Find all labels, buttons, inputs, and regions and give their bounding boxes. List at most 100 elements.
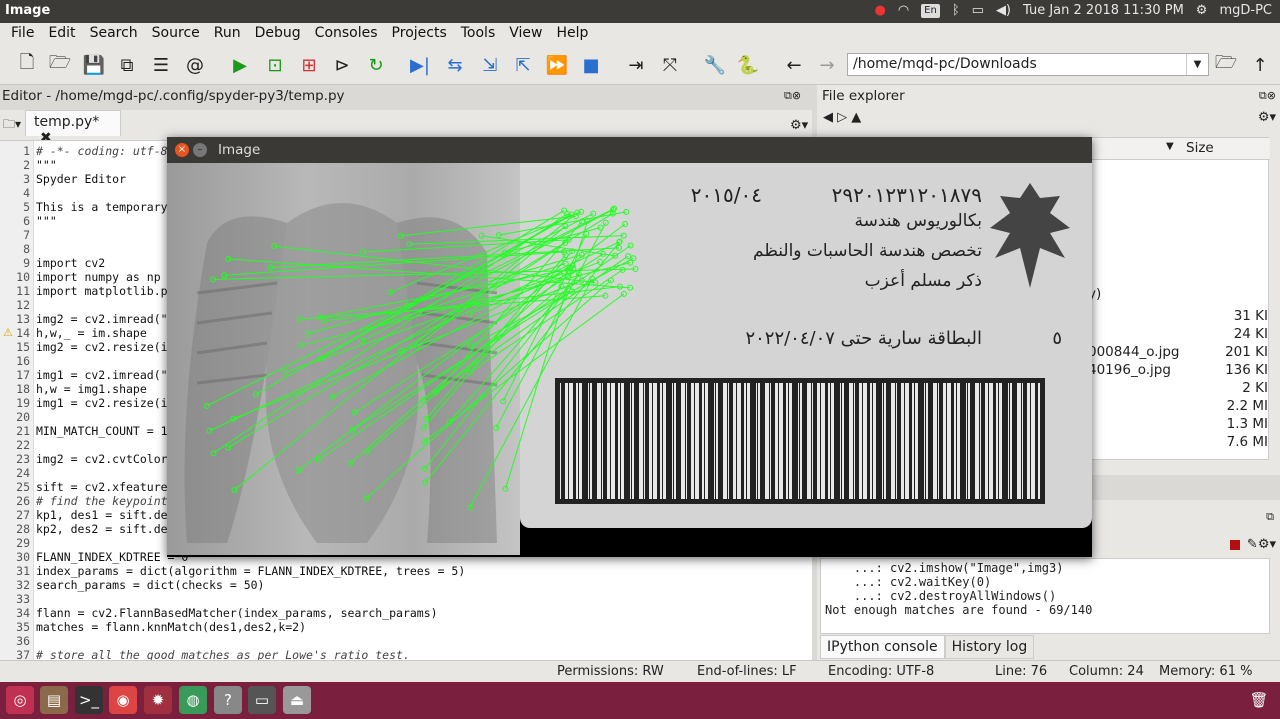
code-line: flann = cv2.FlannBasedMatcher(index_para… <box>36 606 438 620</box>
file-size: 136 KI <box>1225 362 1268 378</box>
keypoint-marker <box>315 456 322 463</box>
menu-tools[interactable]: Tools <box>454 23 503 45</box>
code-line: search_params = dict(checks = 50) <box>36 578 265 592</box>
code-line: import matplotlib.p <box>36 284 168 298</box>
keypoint-marker <box>231 486 238 493</box>
chrome-icon[interactable]: ◉ <box>109 686 137 714</box>
code-line: import numpy as np <box>36 270 161 284</box>
run-cell-icon[interactable]: ⊡ <box>263 53 287 77</box>
undock-icon[interactable]: ⧉⊗ <box>784 89 801 103</box>
working-directory-input[interactable]: /home/mqd-pc/Downloads ▼ <box>847 53 1209 76</box>
menu-file[interactable]: File <box>4 23 41 45</box>
stop-icon[interactable]: ■ <box>579 53 603 77</box>
line-number: 30 <box>16 550 30 564</box>
ipython-console-output[interactable]: ...: cv2.imshow("Image",img3) ...: cv2.w… <box>820 558 1270 634</box>
terminal-icon[interactable]: >_ <box>75 686 103 714</box>
undock-icon[interactable]: ⧉ <box>1266 510 1274 524</box>
gear-icon[interactable]: ⚙ <box>1196 3 1208 18</box>
tab-ipython-console[interactable]: IPython console <box>820 635 945 659</box>
trash-icon[interactable]: 🗑 <box>1245 686 1273 714</box>
spyder-icon[interactable]: ✹ <box>144 686 172 714</box>
menu-debug[interactable]: Debug <box>248 23 308 45</box>
tab-temp-py[interactable]: temp.py* ✖ <box>25 110 121 146</box>
code-line: h,w,_ = im.shape <box>36 326 147 340</box>
keyboard-layout[interactable]: En <box>921 3 940 18</box>
tab-history-log[interactable]: History log <box>944 635 1035 659</box>
undock-icon[interactable]: ⧉⊗ <box>1259 89 1276 103</box>
app-icon[interactable]: ◍ <box>179 686 207 714</box>
parent-dir-arrow-icon[interactable]: ↑ <box>1248 53 1272 77</box>
continue-icon[interactable]: ⏩ <box>545 53 569 77</box>
help-icon[interactable]: ? <box>214 686 242 714</box>
debug-icon[interactable]: ▶| <box>408 53 432 77</box>
options-gear-icon[interactable]: ⚙▾ <box>1258 110 1276 125</box>
column-header-size[interactable]: Size <box>1186 140 1214 156</box>
browse-folder-icon[interactable]: 🗁 <box>1214 52 1238 77</box>
stop-kernel-icon[interactable] <box>1230 540 1240 550</box>
wrench-icon[interactable]: 🔧 <box>703 53 727 77</box>
line-number: 13 <box>16 312 30 326</box>
bluetooth-icon[interactable]: ᛒ <box>952 3 960 18</box>
rerun-icon[interactable]: ↻ <box>364 53 388 77</box>
line-number: 18 <box>16 382 30 396</box>
open-folder-icon[interactable]: 🗁 <box>48 52 72 77</box>
options-gear-icon[interactable]: ⚙▾ <box>790 118 808 133</box>
clock[interactable]: Tue Jan 2 2018 11:30 PM <box>1023 3 1184 18</box>
files-icon[interactable]: ▤ <box>40 686 68 714</box>
image-window-titlebar[interactable]: × – Image <box>167 137 1092 163</box>
line-number: 24 <box>16 466 30 480</box>
step-icon[interactable]: ⇆ <box>443 53 467 77</box>
user-name[interactable]: mgD-PC <box>1219 3 1272 18</box>
step-return-icon[interactable]: ⇱ <box>511 53 535 77</box>
back-nav-icon[interactable]: ◀ ▷ ▲ <box>823 110 861 125</box>
back-arrow-icon[interactable]: ← <box>782 53 806 77</box>
menu-consoles[interactable]: Consoles <box>308 23 385 45</box>
ubuntu-logo-icon[interactable]: ◎ <box>6 686 34 714</box>
fullscreen-icon[interactable]: ⤧ <box>658 53 682 77</box>
list-icon[interactable]: ☰ <box>149 53 173 77</box>
wifi-icon[interactable]: ◠ <box>898 3 909 18</box>
sort-arrow-icon[interactable]: ▼ <box>1166 141 1174 152</box>
run-icon[interactable]: ▶ <box>228 53 252 77</box>
code-line: This is a temporary <box>36 200 168 214</box>
forward-arrow-icon[interactable]: → <box>815 53 839 77</box>
options-gear-icon[interactable]: ✎⚙▾ <box>1247 537 1276 552</box>
browse-tabs-icon[interactable]: 🗀▾ <box>3 115 21 136</box>
menu-search[interactable]: Search <box>83 23 145 45</box>
close-window-icon[interactable]: × <box>175 143 189 157</box>
save-all-icon[interactable]: ⧉ <box>115 53 139 77</box>
status-encoding: Encoding: UTF-8 <box>828 664 935 679</box>
at-icon[interactable]: @ <box>183 53 207 77</box>
system-tray: ● ◠ En ᛒ ▭ ◀) Tue Jan 2 2018 11:30 PM ⚙ … <box>874 3 1272 18</box>
menu-edit[interactable]: Edit <box>41 23 82 45</box>
new-file-icon[interactable]: 🗋 <box>15 52 39 77</box>
drive-icon[interactable]: ⏏ <box>283 686 311 714</box>
run-selection-icon[interactable]: ⊳ <box>330 53 354 77</box>
menu-source[interactable]: Source <box>145 23 207 45</box>
warning-icon[interactable]: ⚠ <box>3 326 13 339</box>
minimize-window-icon[interactable]: – <box>193 143 207 157</box>
match-line <box>498 211 627 236</box>
menu-run[interactable]: Run <box>207 23 248 45</box>
run-cell-advance-icon[interactable]: ⊞ <box>297 53 321 77</box>
volume-icon[interactable]: ◀) <box>996 3 1011 18</box>
code-line: """ <box>36 158 57 172</box>
menu-help[interactable]: Help <box>549 23 595 45</box>
step-into-icon[interactable]: ⇲ <box>478 53 502 77</box>
status-column: Column: 24 <box>1069 664 1144 679</box>
code-line: matches = flann.knnMatch(des1,des2,k=2) <box>36 620 307 634</box>
image-window[interactable]: × – Image ٢٩٢٠١٢٣١٢٠١٨٧٩ ٢٠١٥/٠٤ بكالوري <box>167 137 1092 557</box>
battery-icon[interactable]: ▭ <box>972 3 984 18</box>
menu-view[interactable]: View <box>502 23 549 45</box>
code-line: kp1, des1 = sift.de <box>36 508 168 522</box>
save-icon[interactable]: 💾 <box>82 53 106 77</box>
chevron-down-icon[interactable]: ▼ <box>1186 54 1208 75</box>
file-size: 2.2 MI <box>1226 398 1268 414</box>
indicator-icon[interactable]: ● <box>874 3 885 18</box>
window-icon[interactable]: ▭ <box>248 686 276 714</box>
menu-projects[interactable]: Projects <box>385 23 454 45</box>
match-line <box>349 270 569 465</box>
maximize-pane-icon[interactable]: ⇥ <box>624 53 648 77</box>
keypoint-marker <box>619 266 626 273</box>
python-icon[interactable]: 🐍 <box>736 53 760 77</box>
